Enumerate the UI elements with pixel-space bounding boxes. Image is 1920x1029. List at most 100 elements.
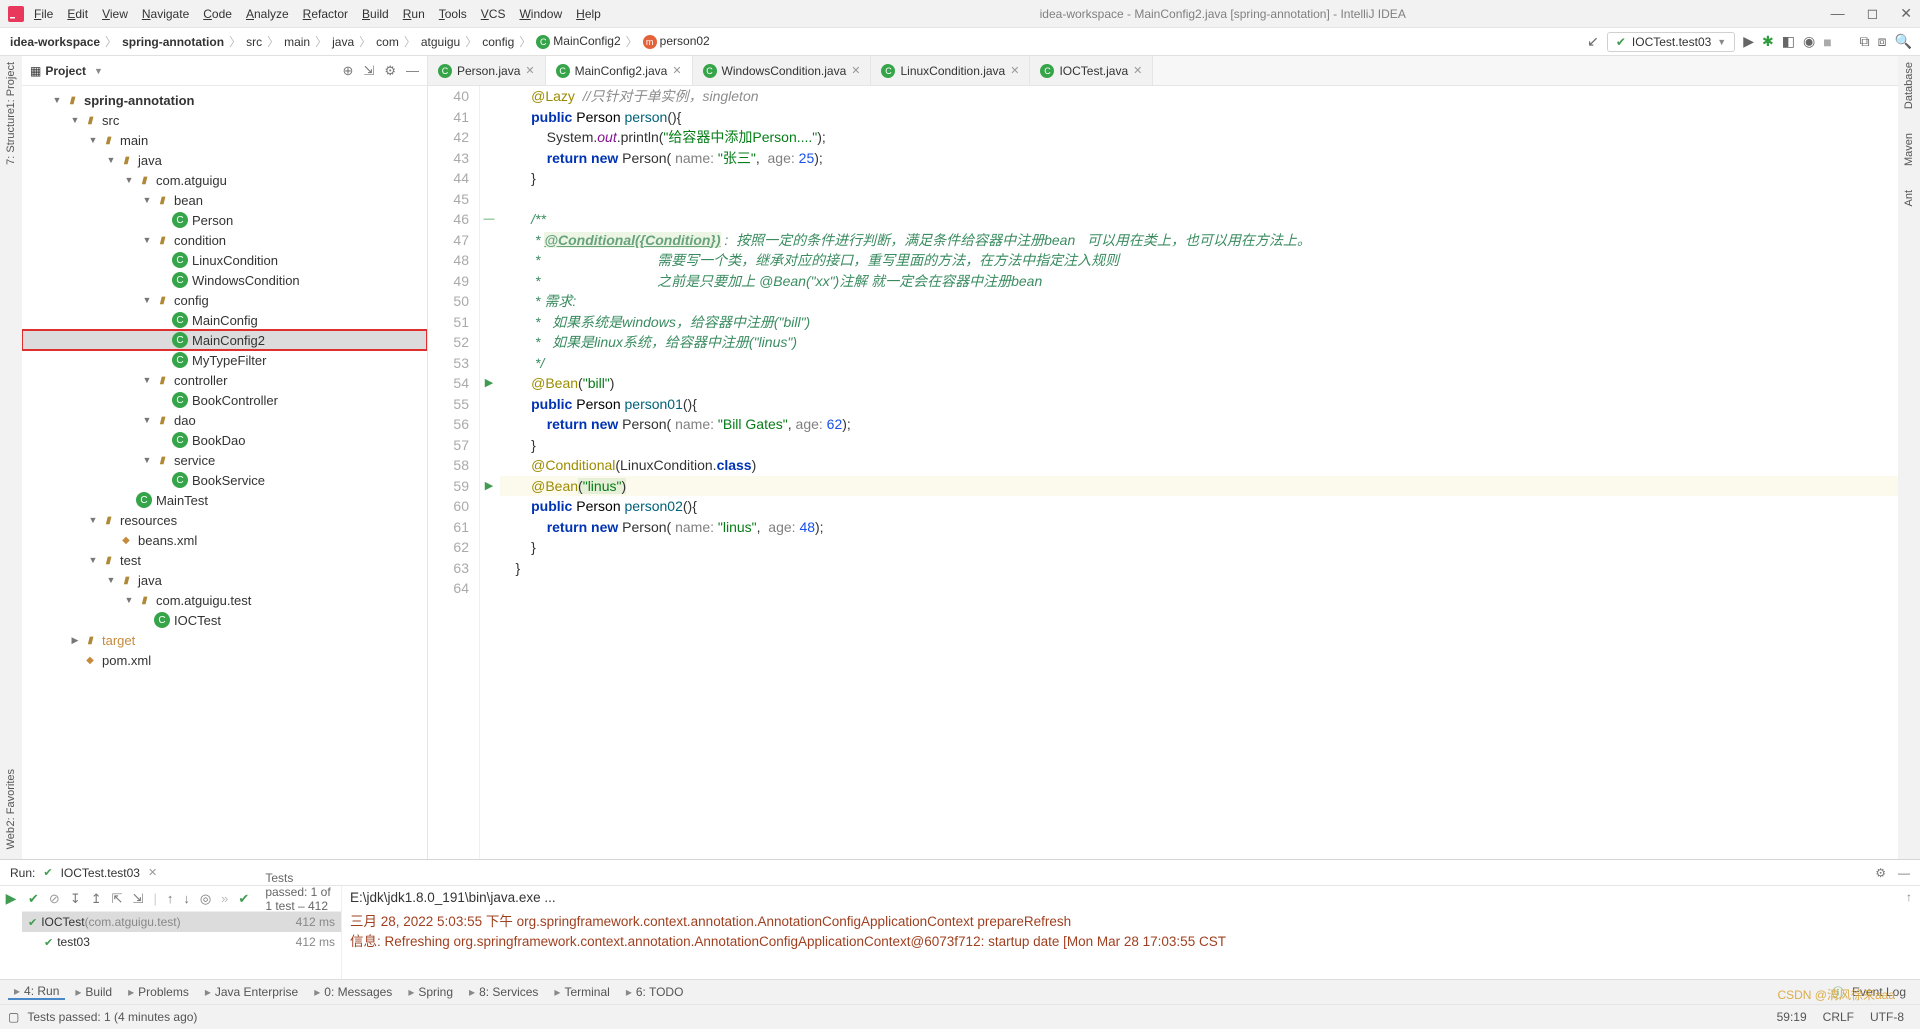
collapse-icon[interactable]: ⇲ <box>133 891 144 907</box>
menu-code[interactable]: Code <box>203 7 232 21</box>
tool-windows-icon[interactable]: ▢ <box>8 1010 19 1024</box>
gutter-run-icon[interactable]: — <box>480 209 498 230</box>
project-tree[interactable]: ▼▮spring-annotation▼▮src▼▮main▼▮java▼▮co… <box>22 86 427 859</box>
tree-node[interactable]: ◆pom.xml <box>22 650 427 670</box>
minimize-button[interactable]: — <box>1831 5 1845 22</box>
filter-passed-icon[interactable]: ✔ <box>28 891 39 907</box>
menu-file[interactable]: File <box>34 7 53 21</box>
editor-tab[interactable]: CLinuxCondition.java✕ <box>871 56 1030 85</box>
editor-tab[interactable]: CPerson.java✕ <box>428 56 546 85</box>
menu-refactor[interactable]: Refactor <box>303 7 348 21</box>
tree-arrow-icon[interactable]: ▼ <box>122 595 136 605</box>
run-config-combo[interactable]: ✔ IOCTest.test03 ▼ <box>1607 32 1735 52</box>
filter-ignored-icon[interactable]: ⊘ <box>49 891 60 907</box>
tree-arrow-icon[interactable]: ▼ <box>140 295 154 305</box>
tree-arrow-icon[interactable]: ▼ <box>104 575 118 585</box>
code-editor[interactable]: 4041424344454647484950515253545556575859… <box>428 86 1898 859</box>
tree-node[interactable]: CMainConfig <box>22 310 427 330</box>
menu-window[interactable]: Window <box>519 7 562 21</box>
file-encoding[interactable]: UTF-8 <box>1870 1010 1904 1024</box>
gutter-run-icon[interactable]: ▶ <box>480 476 498 497</box>
prev-fail-icon[interactable]: ↑ <box>167 891 174 906</box>
tool-strip-database[interactable]: Database <box>1903 62 1915 109</box>
tree-node[interactable]: ▼▮spring-annotation <box>22 90 427 110</box>
tool-strip-1--project[interactable]: 1: Project <box>5 62 17 108</box>
gutter-run-icon[interactable]: ▶ <box>480 373 498 394</box>
menu-analyze[interactable]: Analyze <box>246 7 289 21</box>
search-everywhere-icon[interactable]: 🔍 <box>1895 33 1912 50</box>
breadcrumb-item[interactable]: mperson02 <box>641 34 712 49</box>
menu-tools[interactable]: Tools <box>439 7 467 21</box>
tree-node[interactable]: ◆beans.xml <box>22 530 427 550</box>
code-content[interactable]: @Lazy //只针对于单实例，singleton public Person … <box>498 86 1898 859</box>
tree-node[interactable]: ▼▮src <box>22 110 427 130</box>
tree-arrow-icon[interactable]: ▼ <box>140 195 154 205</box>
debug-button[interactable]: ✱ <box>1762 33 1774 50</box>
tree-node[interactable]: ▼▮condition <box>22 230 427 250</box>
bottom-tab-terminal[interactable]: ▸Terminal <box>548 985 615 999</box>
tree-node[interactable]: CLinuxCondition <box>22 250 427 270</box>
breadcrumb-item[interactable]: atguigu <box>419 35 462 49</box>
tree-arrow-icon[interactable]: ▶ <box>68 635 82 646</box>
expand-icon[interactable]: ⇱ <box>112 891 123 907</box>
close-tab-icon[interactable]: ✕ <box>672 64 681 77</box>
tree-arrow-icon[interactable]: ▼ <box>50 95 64 105</box>
next-fail-icon[interactable]: ↓ <box>183 891 190 906</box>
editor-tab[interactable]: CIOCTest.java✕ <box>1030 56 1153 85</box>
editor-tab[interactable]: CWindowsCondition.java✕ <box>693 56 872 85</box>
tree-node[interactable]: ▼▮controller <box>22 370 427 390</box>
tree-node[interactable]: ▼▮java <box>22 150 427 170</box>
tree-arrow-icon[interactable]: ▼ <box>86 135 100 145</box>
close-tab-icon[interactable]: ✕ <box>525 64 534 77</box>
tool-strip-2--favorites[interactable]: 2: Favorites <box>5 769 17 826</box>
menu-view[interactable]: View <box>102 7 128 21</box>
breadcrumb-item[interactable]: com <box>374 35 401 49</box>
tree-node[interactable]: ▼▮dao <box>22 410 427 430</box>
tree-arrow-icon[interactable]: ▼ <box>122 175 136 185</box>
tree-node[interactable]: ▼▮resources <box>22 510 427 530</box>
tree-node[interactable]: ▼▮test <box>22 550 427 570</box>
hide-run-icon[interactable]: — <box>1898 866 1910 880</box>
tree-arrow-icon[interactable]: ▼ <box>86 555 100 565</box>
hide-panel-icon[interactable]: — <box>406 63 419 79</box>
tree-node[interactable]: CWindowsCondition <box>22 270 427 290</box>
tree-arrow-icon[interactable]: ▼ <box>68 115 82 125</box>
tree-node[interactable]: ▶▮target <box>22 630 427 650</box>
close-tab-icon[interactable]: ✕ <box>851 64 860 77</box>
maximize-button[interactable]: ◻ <box>1867 5 1879 22</box>
more-icon[interactable]: » <box>221 891 228 906</box>
chevron-down-icon[interactable]: ▼ <box>94 66 103 76</box>
bottom-tab-4--run[interactable]: ▸4: Run <box>8 984 65 1000</box>
scroll-top-icon[interactable]: ↑ <box>1906 890 1912 904</box>
tree-node[interactable]: CPerson <box>22 210 427 230</box>
rerun-button[interactable]: ▶ <box>6 890 17 907</box>
toolbar-icon-2[interactable]: ⧈ <box>1878 33 1887 50</box>
tree-arrow-icon[interactable]: ▼ <box>140 375 154 385</box>
bottom-tab-8--services[interactable]: ▸8: Services <box>463 985 544 999</box>
coverage-button[interactable]: ◧ <box>1782 33 1795 50</box>
tree-node[interactable]: ▼▮java <box>22 570 427 590</box>
profile-button[interactable]: ◉ <box>1803 33 1815 50</box>
breadcrumb-item[interactable]: config <box>480 35 516 49</box>
test-result-tree[interactable]: ✔IOCTest (com.atguigu.test)412 ms✔test03… <box>22 912 341 979</box>
close-button[interactable]: ✕ <box>1900 5 1912 22</box>
tree-node[interactable]: CMyTypeFilter <box>22 350 427 370</box>
tool-strip-7--structure[interactable]: 7: Structure <box>5 108 17 165</box>
tree-node[interactable]: CMainConfig2 <box>22 330 427 350</box>
test-row[interactable]: ✔test03 412 ms <box>22 932 341 952</box>
sort-icon-2[interactable]: ↥ <box>91 891 102 907</box>
tree-arrow-icon[interactable]: ▼ <box>86 515 100 525</box>
menu-run[interactable]: Run <box>403 7 425 21</box>
tree-node[interactable]: ▼▮com.atguigu <box>22 170 427 190</box>
breadcrumb-item[interactable]: spring-annotation <box>120 35 226 49</box>
menu-build[interactable]: Build <box>362 7 389 21</box>
menu-edit[interactable]: Edit <box>67 7 88 21</box>
menu-vcs[interactable]: VCS <box>481 7 506 21</box>
tree-node[interactable]: CBookService <box>22 470 427 490</box>
close-tab-icon[interactable]: ✕ <box>1010 64 1019 77</box>
breadcrumb-item[interactable]: java <box>330 35 356 49</box>
stop-button[interactable]: ■ <box>1823 34 1831 50</box>
tree-arrow-icon[interactable]: ▼ <box>140 415 154 425</box>
tree-node[interactable]: CBookController <box>22 390 427 410</box>
tree-node[interactable]: CIOCTest <box>22 610 427 630</box>
